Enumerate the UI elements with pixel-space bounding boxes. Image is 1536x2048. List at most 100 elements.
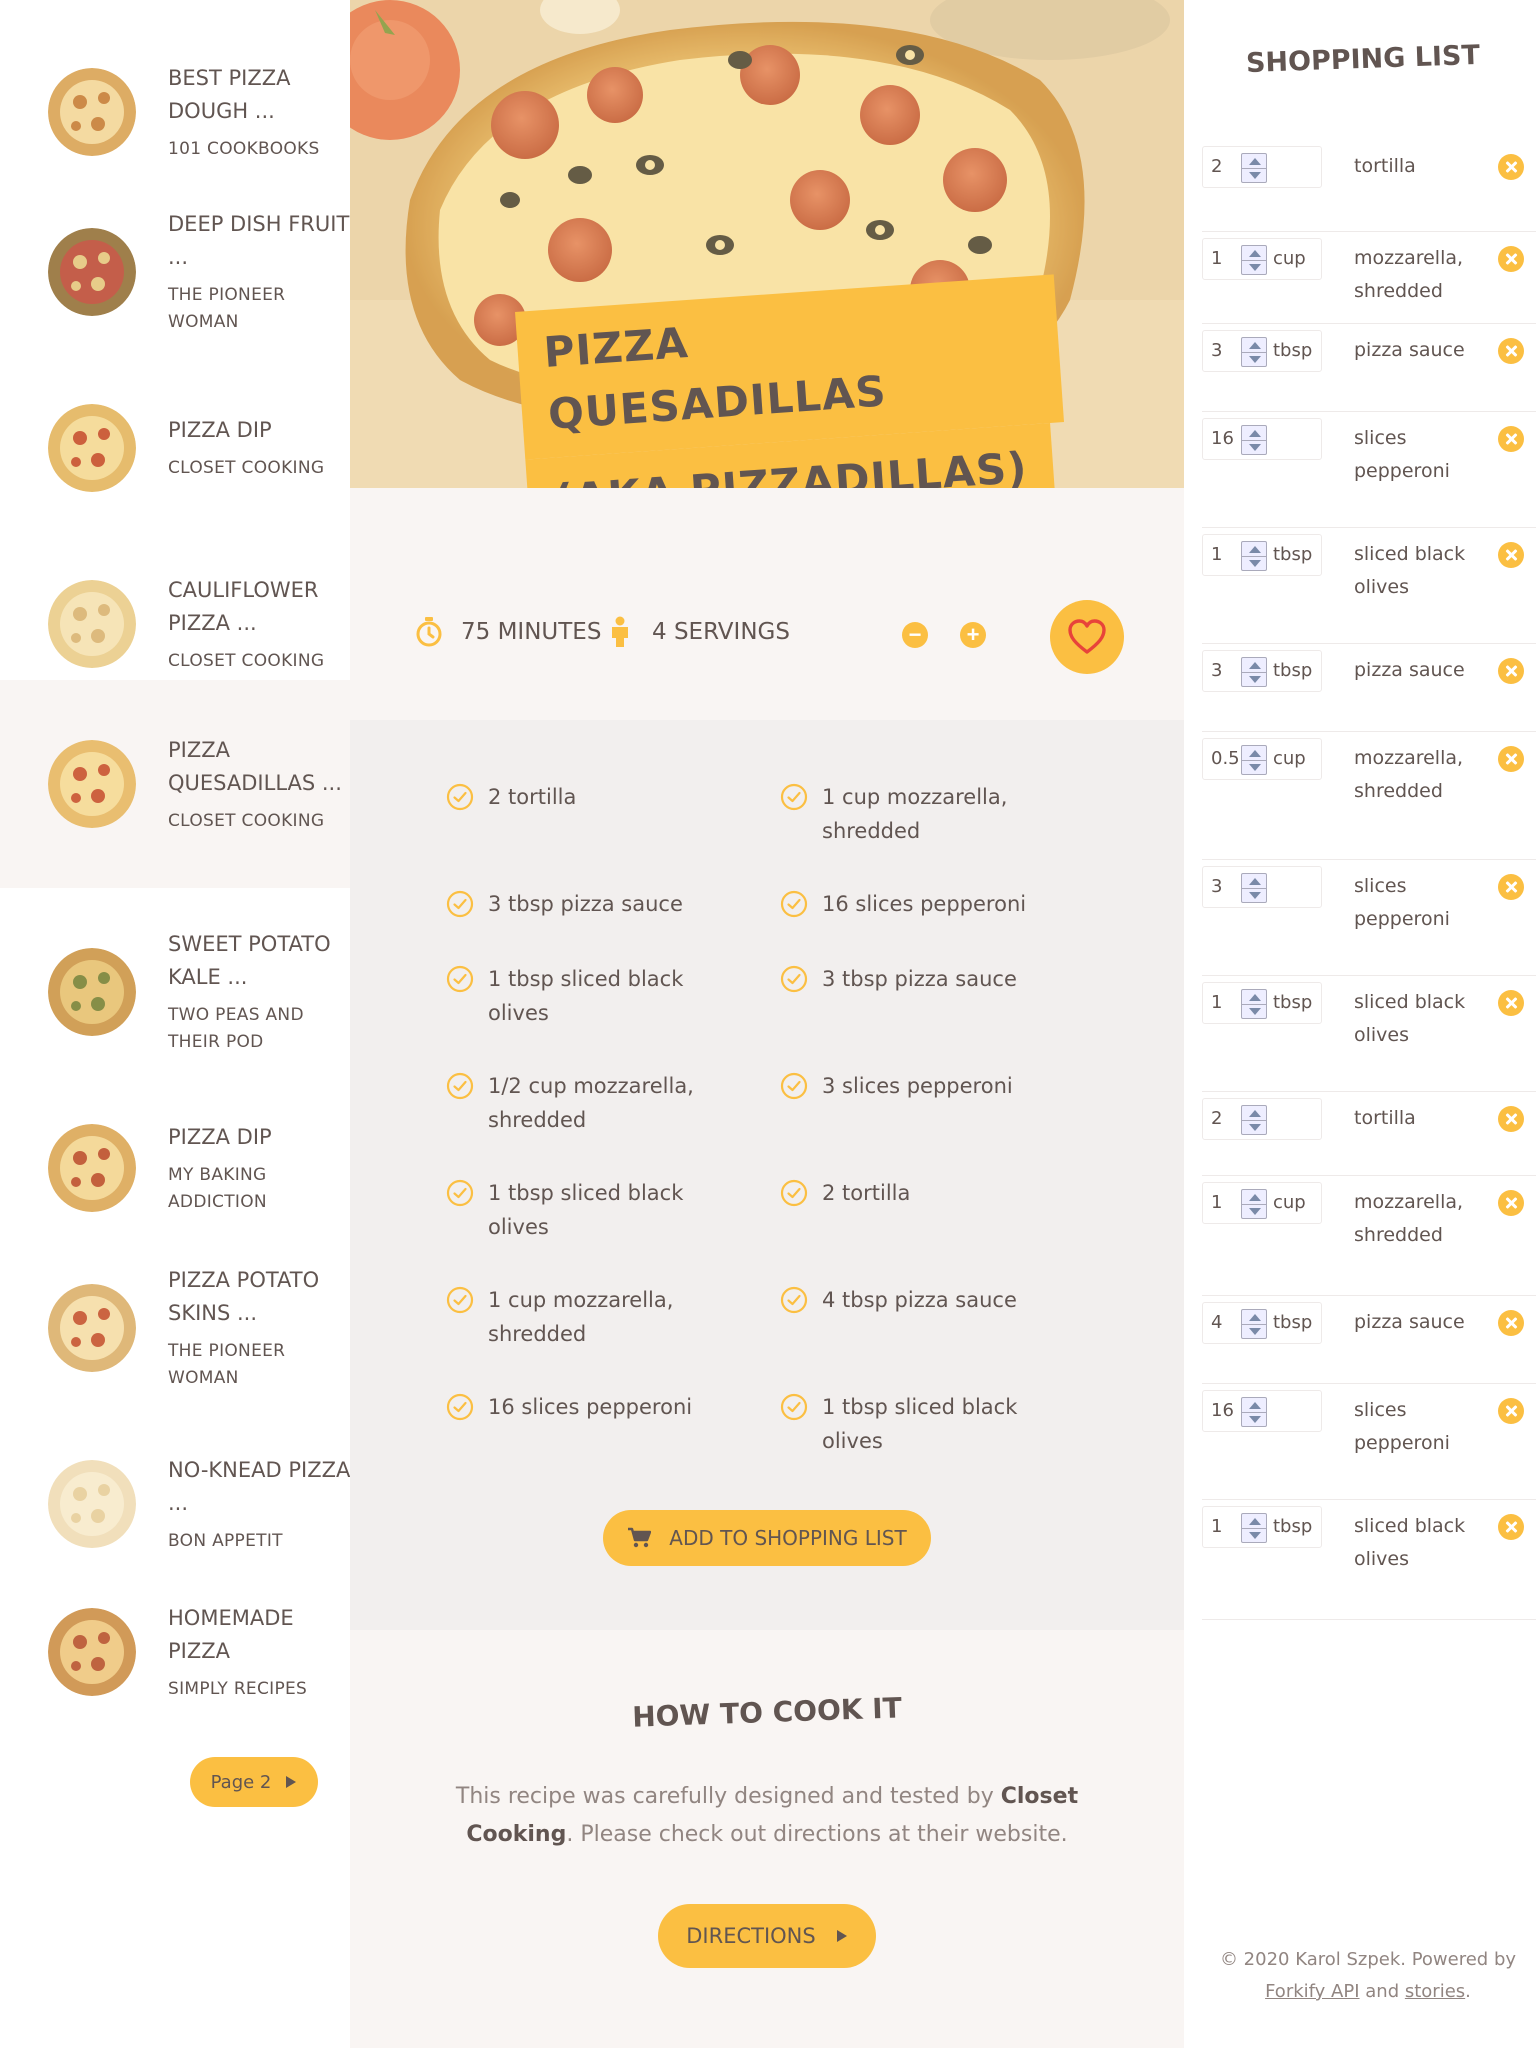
spinner-arrows-icon[interactable] xyxy=(1241,989,1267,1019)
decrease-servings-button[interactable]: − xyxy=(902,622,928,648)
arrow-right-icon xyxy=(286,1776,297,1788)
increase-servings-button[interactable]: + xyxy=(960,622,986,648)
delete-item-button[interactable] xyxy=(1498,1106,1524,1132)
delete-item-button[interactable] xyxy=(1498,990,1524,1016)
quantity-stepper[interactable]: 1 cup xyxy=(1202,1182,1322,1224)
quantity-stepper[interactable]: 1 cup xyxy=(1202,238,1322,280)
quantity-stepper[interactable]: 2 xyxy=(1202,146,1322,188)
delete-item-button[interactable] xyxy=(1498,338,1524,364)
stories-link[interactable]: stories xyxy=(1405,1981,1465,2002)
delete-item-button[interactable] xyxy=(1498,1514,1524,1540)
shopping-list-item: 1 cup mozzarella, shredded xyxy=(1202,1176,1536,1296)
quantity-value[interactable]: 3 xyxy=(1211,876,1222,897)
spinner-arrows-icon[interactable] xyxy=(1241,1309,1267,1339)
delete-item-button[interactable] xyxy=(1498,1190,1524,1216)
quantity-stepper[interactable]: 16 xyxy=(1202,1390,1322,1432)
spinner-arrows-icon[interactable] xyxy=(1241,425,1267,455)
pagination-next-button[interactable]: Page 2 xyxy=(190,1757,318,1807)
result-publisher: 101 Cookbooks xyxy=(168,138,320,159)
result-text: Pizza Potato Skins ... The Pioneer Woman xyxy=(168,1264,358,1392)
recipe-servings: 4 servings xyxy=(604,616,790,648)
spinner-arrows-icon[interactable] xyxy=(1241,1105,1267,1135)
ingredient-item: 1 cup mozzarella, shredded xyxy=(446,1283,746,1351)
check-circle-icon xyxy=(780,1393,808,1421)
recipe-directions: How to cook it This recipe was carefully… xyxy=(350,1630,1184,2048)
quantity-value[interactable]: 2 xyxy=(1211,1108,1222,1129)
quantity-value[interactable]: 1 xyxy=(1211,1516,1222,1537)
check-circle-icon xyxy=(446,965,474,993)
arrow-right-icon xyxy=(836,1930,847,1942)
spinner-arrows-icon[interactable] xyxy=(1241,541,1267,571)
result-thumbnail xyxy=(48,948,136,1036)
spinner-arrows-icon[interactable] xyxy=(1241,873,1267,903)
directions-button[interactable]: Directions xyxy=(658,1904,876,1968)
delete-item-button[interactable] xyxy=(1498,1398,1524,1424)
ingredient-text: 3 tbsp pizza sauce xyxy=(488,892,683,916)
ingredient-item: 1/2 cup mozzarella, shredded xyxy=(446,1069,746,1137)
spinner-arrows-icon[interactable] xyxy=(1241,1513,1267,1543)
spinner-arrows-icon[interactable] xyxy=(1241,657,1267,687)
shopping-list-item: 16 slices pepperoni xyxy=(1202,412,1536,528)
quantity-stepper[interactable]: 1 tbsp xyxy=(1202,982,1322,1024)
ingredient-text: 3 slices pepperoni xyxy=(822,1074,1013,1098)
quantity-stepper[interactable]: 3 tbsp xyxy=(1202,650,1322,692)
quantity-value[interactable]: 4 xyxy=(1211,1312,1222,1333)
delete-item-button[interactable] xyxy=(1498,154,1524,180)
delete-item-button[interactable] xyxy=(1498,658,1524,684)
quantity-value[interactable]: 16 xyxy=(1211,428,1234,449)
spinner-arrows-icon[interactable] xyxy=(1241,337,1267,367)
copyright: © 2020 Karol Szpek. Powered by Forkify A… xyxy=(1208,1944,1528,2008)
result-publisher: Closet Cooking xyxy=(168,650,325,671)
ingredient-text: 16 slices pepperoni xyxy=(822,892,1027,916)
spinner-arrows-icon[interactable] xyxy=(1241,1397,1267,1427)
quantity-stepper[interactable]: 0.5 cup xyxy=(1202,738,1322,780)
shopping-item-name: pizza sauce xyxy=(1354,1311,1465,1333)
delete-item-button[interactable] xyxy=(1498,1310,1524,1336)
spinner-arrows-icon[interactable] xyxy=(1241,745,1267,775)
delete-item-button[interactable] xyxy=(1498,426,1524,452)
result-item[interactable]: Pizza Quesadillas ... Closet Cooking xyxy=(0,680,366,888)
quantity-stepper[interactable]: 3 xyxy=(1202,866,1322,908)
quantity-value[interactable]: 3 xyxy=(1211,660,1222,681)
quantity-value[interactable]: 1 xyxy=(1211,1192,1222,1213)
delete-item-button[interactable] xyxy=(1498,542,1524,568)
quantity-value[interactable]: 16 xyxy=(1211,1400,1234,1421)
delete-item-button[interactable] xyxy=(1498,874,1524,900)
quantity-value[interactable]: 0.5 xyxy=(1211,748,1240,769)
check-circle-icon xyxy=(446,1286,474,1314)
howto-text-after: . Please check out directions at their w… xyxy=(566,1822,1068,1847)
search-results-sidebar: Best Pizza Dough ... 101 Cookbooks Deep Di… xyxy=(0,0,366,2048)
quantity-value[interactable]: 3 xyxy=(1211,340,1222,361)
spinner-arrows-icon[interactable] xyxy=(1241,153,1267,183)
quantity-value[interactable]: 2 xyxy=(1211,156,1222,177)
quantity-value[interactable]: 1 xyxy=(1211,992,1222,1013)
add-to-shopping-list-button[interactable]: Add to shopping list xyxy=(603,1510,931,1566)
ingredient-item: 3 slices pepperoni xyxy=(780,1069,1080,1103)
result-title: Deep Dish Fruit ... xyxy=(168,212,350,269)
result-title: Homemade Pizza xyxy=(168,1605,294,1663)
result-item[interactable]: Homemade Pizza Simply Recipes xyxy=(0,1548,366,1756)
quantity-stepper[interactable]: 16 xyxy=(1202,418,1322,460)
quantity-stepper[interactable]: 2 xyxy=(1202,1098,1322,1140)
delete-item-button[interactable] xyxy=(1498,246,1524,272)
quantity-unit: tbsp xyxy=(1273,340,1313,361)
quantity-value[interactable]: 1 xyxy=(1211,544,1222,565)
quantity-stepper[interactable]: 4 tbsp xyxy=(1202,1302,1322,1344)
quantity-stepper[interactable]: 1 tbsp xyxy=(1202,1506,1322,1548)
quantity-value[interactable]: 1 xyxy=(1211,248,1222,269)
shopping-item-name: sliced black olives xyxy=(1354,1515,1466,1570)
copyright-period: . xyxy=(1465,1981,1471,2002)
result-text: Cauliflower Pizza ... Closet Cooking xyxy=(168,574,358,675)
minus-circle-icon: − xyxy=(908,622,922,647)
spinner-arrows-icon[interactable] xyxy=(1241,1189,1267,1219)
quantity-stepper[interactable]: 1 tbsp xyxy=(1202,534,1322,576)
spinner-arrows-icon[interactable] xyxy=(1241,245,1267,275)
result-thumbnail xyxy=(48,228,136,316)
plus-circle-icon: + xyxy=(966,622,980,647)
ingredient-text: 2 tortilla xyxy=(822,1181,911,1205)
forkify-api-link[interactable]: Forkify API xyxy=(1265,1981,1359,2002)
bookmark-button[interactable] xyxy=(1050,600,1124,674)
result-thumbnail xyxy=(48,404,136,492)
delete-item-button[interactable] xyxy=(1498,746,1524,772)
quantity-stepper[interactable]: 3 tbsp xyxy=(1202,330,1322,372)
